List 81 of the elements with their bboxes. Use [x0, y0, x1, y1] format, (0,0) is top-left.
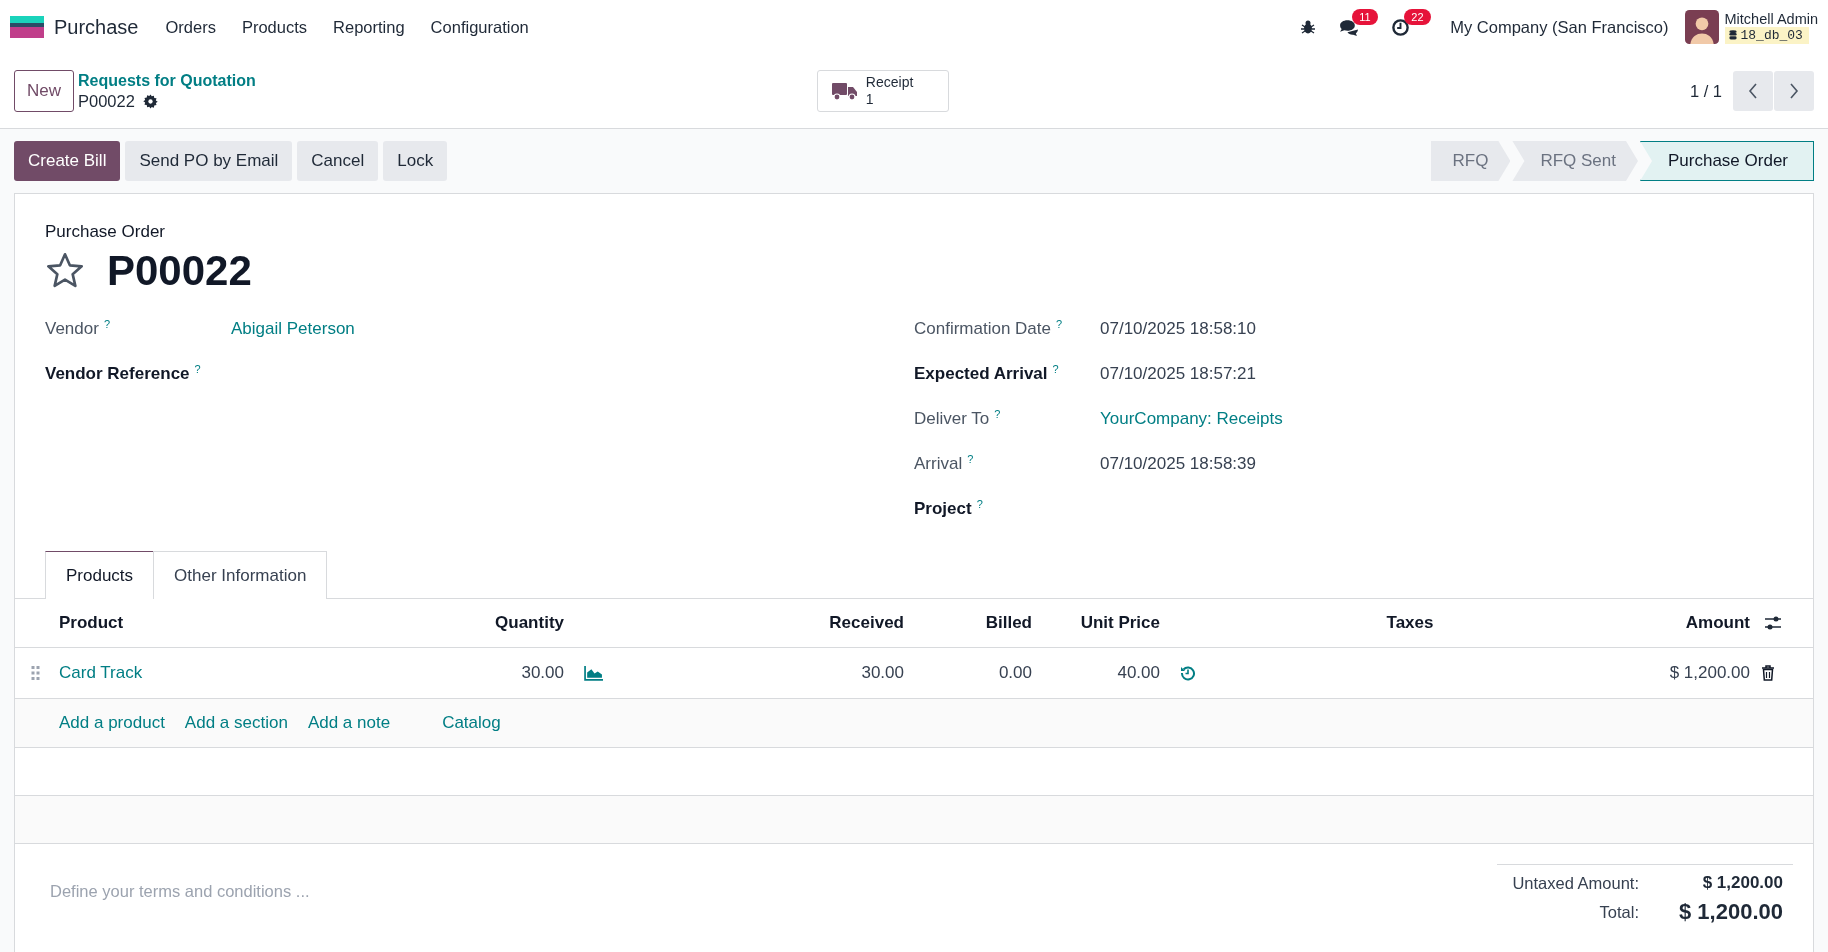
add-line-link[interactable]: Add a note	[307, 713, 391, 733]
breadcrumb-current: P00022	[78, 91, 135, 111]
add-line-link[interactable]: Add a product	[59, 713, 165, 733]
chevron-left-icon	[1747, 81, 1759, 101]
pager-counter[interactable]: 1 / 1	[1689, 81, 1722, 101]
add-line-link[interactable]: Catalog	[442, 713, 501, 733]
column-header[interactable]: Received	[624, 613, 904, 633]
field-label: Deliver To	[914, 409, 990, 429]
help-tooltip[interactable]: ?	[994, 408, 1001, 420]
truck-icon	[831, 81, 858, 101]
help-tooltip[interactable]: ?	[976, 498, 983, 510]
status-stage[interactable]: RFQ Sent	[1512, 141, 1638, 181]
help-tooltip[interactable]: ?	[1052, 363, 1059, 375]
trash-icon[interactable]	[1761, 665, 1775, 681]
chevron-right-icon	[1788, 81, 1800, 101]
field-value: 07/10/2025 18:58:10	[1100, 319, 1256, 340]
settings-sliders-icon[interactable]	[1764, 615, 1782, 631]
action-button[interactable]: Lock	[383, 141, 448, 181]
field-link[interactable]: Abigail Peterson	[231, 319, 355, 340]
action-button[interactable]: Send PO by Email	[125, 141, 293, 181]
action-button[interactable]: Create Bill	[14, 141, 121, 181]
column-header[interactable]: Amount	[1600, 613, 1750, 633]
menu-item[interactable]: Configuration	[417, 17, 542, 37]
field-label: Confirmation Date	[914, 319, 1051, 339]
breadcrumb-link[interactable]: Requests for Quotation	[78, 71, 256, 90]
column-header[interactable]: Quantity	[399, 613, 564, 633]
status-stage[interactable]: Purchase Order	[1640, 141, 1814, 181]
product-link[interactable]: Card Track	[59, 663, 399, 683]
new-button[interactable]: New	[14, 70, 74, 112]
field-value: 07/10/2025 18:57:21	[1100, 364, 1256, 385]
history-icon[interactable]	[1180, 665, 1196, 681]
field-label: Project	[914, 499, 972, 519]
table-cell-text: 0.00	[997, 663, 1032, 683]
app-name[interactable]: Purchase	[54, 15, 139, 39]
notebook-tab[interactable]: Other Information	[153, 551, 328, 599]
action-button[interactable]: Cancel	[297, 141, 379, 181]
table-cell-text: $ 1,200.00	[1668, 663, 1750, 683]
database-icon	[1728, 30, 1737, 40]
field-link[interactable]: YourCompany: Receipts	[1100, 409, 1283, 430]
total-value: $ 1,200.00	[1701, 873, 1783, 893]
column-header[interactable]: Billed	[904, 613, 1032, 633]
drag-handle-icon[interactable]	[31, 666, 40, 680]
table-cell-text: 30.00	[860, 663, 904, 683]
menu-item[interactable]: Orders	[152, 17, 229, 37]
field-label: Vendor Reference	[45, 364, 190, 384]
field-label: Arrival	[914, 454, 963, 474]
record-name: P00022	[107, 246, 252, 296]
add-line-link[interactable]: Add a section	[184, 713, 288, 733]
user-avatar-icon[interactable]	[1684, 10, 1719, 44]
field-label: Vendor	[45, 319, 99, 339]
total-label: Total:	[1599, 902, 1639, 922]
column-header[interactable]: Unit Price	[1032, 613, 1160, 633]
table-cell-text: 40.00	[1116, 663, 1160, 683]
table-cell-text: 30.00	[520, 663, 564, 683]
menu-item[interactable]: Reporting	[320, 17, 418, 37]
field-label: Expected Arrival	[914, 364, 1048, 384]
app-logo-icon[interactable]	[10, 16, 44, 38]
total-value: $ 1,200.00	[1678, 899, 1783, 925]
receipt-smart-button[interactable]: Receipt 1	[816, 70, 949, 112]
company-switcher[interactable]: My Company (San Francisco)	[1450, 17, 1669, 37]
clock-icon[interactable]	[1390, 17, 1412, 37]
database-name: 18_db_03	[1740, 27, 1803, 43]
status-stage[interactable]: RFQ	[1430, 141, 1511, 181]
column-header[interactable]: Product	[59, 613, 399, 633]
settings-icon[interactable]	[142, 93, 158, 109]
column-header[interactable]: Taxes	[1220, 613, 1600, 633]
total-label: Untaxed Amount:	[1512, 873, 1639, 893]
help-tooltip[interactable]: ?	[967, 453, 974, 465]
notification-badge: 11	[1352, 9, 1378, 25]
area-chart-icon[interactable]	[584, 665, 603, 681]
help-tooltip[interactable]: ?	[103, 318, 110, 330]
field-value: 07/10/2025 18:58:39	[1100, 454, 1256, 475]
notebook-tab[interactable]: Products	[45, 551, 154, 599]
bug-icon[interactable]	[1300, 19, 1317, 35]
chat-icon[interactable]	[1338, 17, 1360, 37]
menu-item[interactable]: Products	[228, 17, 321, 37]
notification-badge: 22	[1404, 9, 1431, 25]
help-tooltip[interactable]: ?	[194, 363, 201, 375]
help-tooltip[interactable]: ?	[1056, 318, 1063, 330]
record-type-label: Purchase Order	[45, 222, 166, 242]
user-name: Mitchell Admin	[1724, 10, 1818, 27]
